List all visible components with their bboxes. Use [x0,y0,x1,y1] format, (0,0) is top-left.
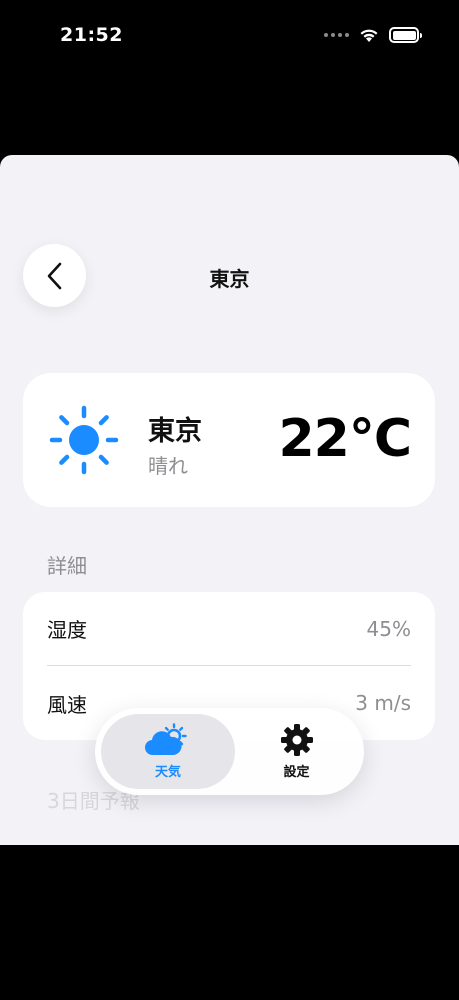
page-title: 東京 [209,267,250,291]
weather-condition: 晴れ [148,454,188,478]
cloud-sun-icon [144,723,187,756]
detail-label: 風速 [47,692,87,717]
status-time: 21:52 [60,24,123,46]
tab-label: 設定 [283,765,310,780]
sun-icon [49,405,119,475]
tab-settings[interactable]: 設定 [235,714,358,789]
current-weather-card: 東京 晴れ 22°C [23,373,435,507]
status-icons [324,27,422,43]
cellular-signal-icon [324,33,349,37]
details-section-header: 詳細 [47,554,87,578]
tab-label: 天気 [154,765,181,780]
detail-row-humidity: 湿度 45% [47,592,411,666]
status-bar: 21:52 [0,0,459,80]
detail-value: 3 m/s [355,691,411,715]
wifi-icon [360,29,378,42]
city-name: 東京 [148,416,202,447]
detail-label: 湿度 [47,618,87,642]
weather-detail-sheet: 東京 東京 晴れ 22°C 詳細 湿度 45% 風速 3 m/s 3日間予報 天… [0,155,459,845]
battery-icon [389,27,422,43]
detail-value: 45% [366,616,411,641]
temperature: 22°C [278,409,412,469]
tab-bar: 天気 設定 [95,708,364,795]
tab-weather[interactable]: 天気 [101,714,235,789]
gear-icon [280,724,313,756]
